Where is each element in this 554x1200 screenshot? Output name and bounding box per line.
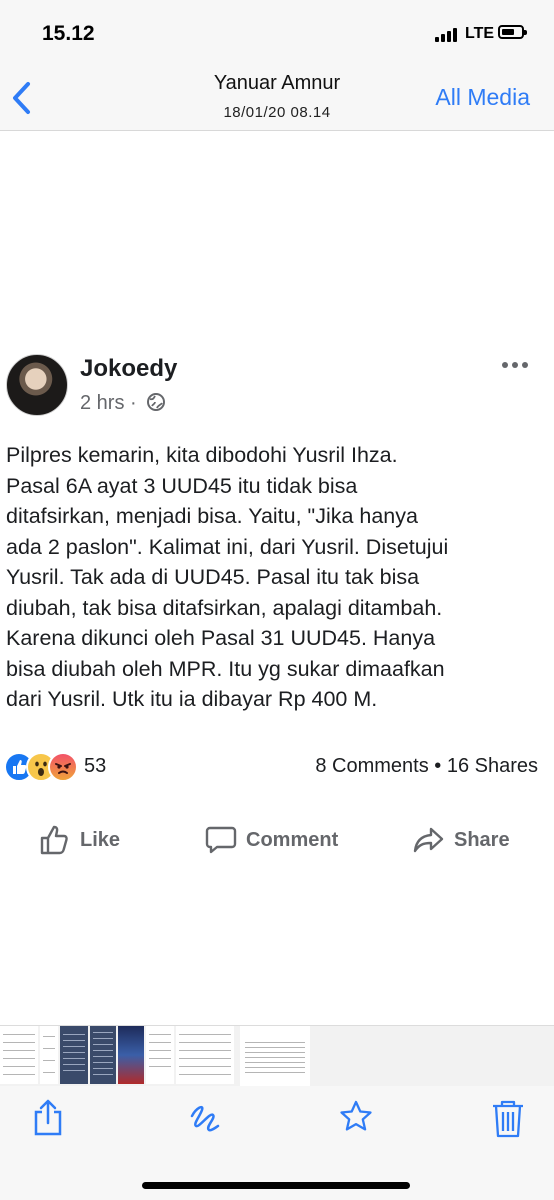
network-label: LTE <box>465 25 495 42</box>
comment-label: Comment <box>246 828 339 851</box>
post-author[interactable]: Jokoedy <box>80 355 177 383</box>
battery-icon <box>498 25 527 39</box>
like-button[interactable]: Like <box>38 820 120 860</box>
reaction-count[interactable]: 53 <box>84 755 106 778</box>
thumbnail[interactable] <box>240 1026 310 1088</box>
post-line: Pilpres kemarin, kita dibodohi Yusril Ih… <box>6 443 398 467</box>
engagement-summary[interactable]: 8 Comments • 16 Shares <box>315 755 538 778</box>
post-time: 2 hrs <box>80 392 125 414</box>
share-arrow-icon <box>413 827 444 853</box>
favorite-star-icon[interactable] <box>338 1098 374 1138</box>
post-meta: 2 hrs · <box>80 392 166 415</box>
post-line: ditafsirkan, menjadi bisa. Yaitu, "Jika … <box>6 504 418 528</box>
globe-icon <box>147 393 166 411</box>
angry-reaction-icon <box>48 752 78 782</box>
post-line: ada 2 paslon". Kalimat ini, dari Yusril.… <box>6 534 449 559</box>
signal-icon <box>435 28 461 42</box>
status-bar: 15.12 LTE <box>0 0 554 66</box>
post-line: diubah, tak bisa ditafsirkan, apalagi di… <box>6 595 443 620</box>
post-actions: Like Comment Share <box>0 810 554 870</box>
post-line: dari Yusril. Utk itu ia dibayar Rp 400 M… <box>6 687 378 711</box>
thumbnail[interactable] <box>118 1026 144 1084</box>
share-label: Share <box>454 828 510 851</box>
trash-icon[interactable] <box>490 1098 526 1138</box>
media-thumbnail-strip[interactable] <box>0 1025 554 1088</box>
post-line: Yusril. Tak ada di UUD45. Pasal itu tak … <box>6 565 420 589</box>
comment-icon <box>205 826 237 854</box>
markup-icon[interactable] <box>188 1098 224 1138</box>
all-media-button[interactable]: All Media <box>435 84 530 111</box>
post-line: bisa diubah oleh MPR. Itu yg sukar dimaa… <box>6 656 445 681</box>
thumbs-up-icon <box>40 825 68 855</box>
thumbnail[interactable] <box>60 1026 88 1084</box>
thumbnail[interactable] <box>40 1026 58 1084</box>
home-indicator[interactable] <box>142 1182 410 1189</box>
avatar[interactable] <box>6 354 68 416</box>
thumbnail[interactable] <box>90 1026 116 1084</box>
comment-button[interactable]: Comment <box>204 820 338 860</box>
thumbnail[interactable] <box>0 1026 38 1084</box>
meta-separator: · <box>130 392 137 414</box>
status-time: 15.12 <box>42 22 95 45</box>
share-button[interactable]: Share <box>412 820 510 860</box>
more-options-icon[interactable] <box>502 362 528 370</box>
post-body: Pilpres kemarin, kita dibodohi Yusril Ih… <box>6 440 546 715</box>
like-label: Like <box>80 828 121 851</box>
post-line: Pasal 6A ayat 3 UUD45 itu tidak bisa <box>6 473 358 498</box>
thumbnail[interactable] <box>176 1026 234 1084</box>
post-line: Karena dikunci oleh Pasal 31 UUD45. Hany… <box>6 626 436 650</box>
nav-bar: Yanuar Amnur 18/01/20 08.14 All Media <box>0 66 554 131</box>
thumbnail[interactable] <box>146 1026 174 1084</box>
share-icon[interactable] <box>30 1098 66 1138</box>
